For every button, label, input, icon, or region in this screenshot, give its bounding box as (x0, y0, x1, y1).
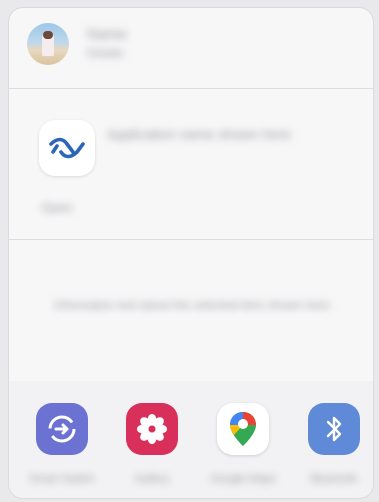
share-sheet: Name Details Application name shown here… (9, 8, 373, 498)
share-target-google-maps[interactable]: Google Maps (203, 403, 283, 485)
suggested-app-row[interactable]: Application name shown here Open (9, 88, 373, 240)
app-subtitle: Open (41, 200, 73, 215)
info-section: Information text about the selected item… (9, 239, 373, 382)
bluetooth-icon (308, 403, 360, 455)
app-icon (39, 120, 95, 176)
share-target-label: Gallery (134, 473, 170, 485)
share-target-label: Bluetooth (310, 473, 358, 485)
app-title: Application name shown here (107, 126, 291, 142)
gallery-flower-icon (126, 403, 178, 455)
google-maps-icon (217, 403, 269, 455)
share-target-label: Google Maps (210, 473, 276, 485)
share-target-gallery[interactable]: Gallery (112, 403, 192, 485)
avatar (27, 23, 69, 65)
wave-arrows-icon (49, 137, 85, 159)
share-target-label: Smart Switch (29, 473, 95, 485)
share-target-smart-switch[interactable]: Smart Switch (22, 403, 102, 485)
info-text: Information text about the selected item… (54, 298, 330, 312)
contact-name: Name (87, 26, 128, 43)
share-target-bluetooth[interactable]: Bluetooth (294, 403, 373, 485)
contact-row[interactable]: Name Details (9, 8, 373, 89)
share-targets-row: Smart Switch Gallery Google Maps Bluetoo… (9, 381, 373, 498)
contact-detail: Details (87, 46, 124, 60)
smart-switch-icon (36, 403, 88, 455)
